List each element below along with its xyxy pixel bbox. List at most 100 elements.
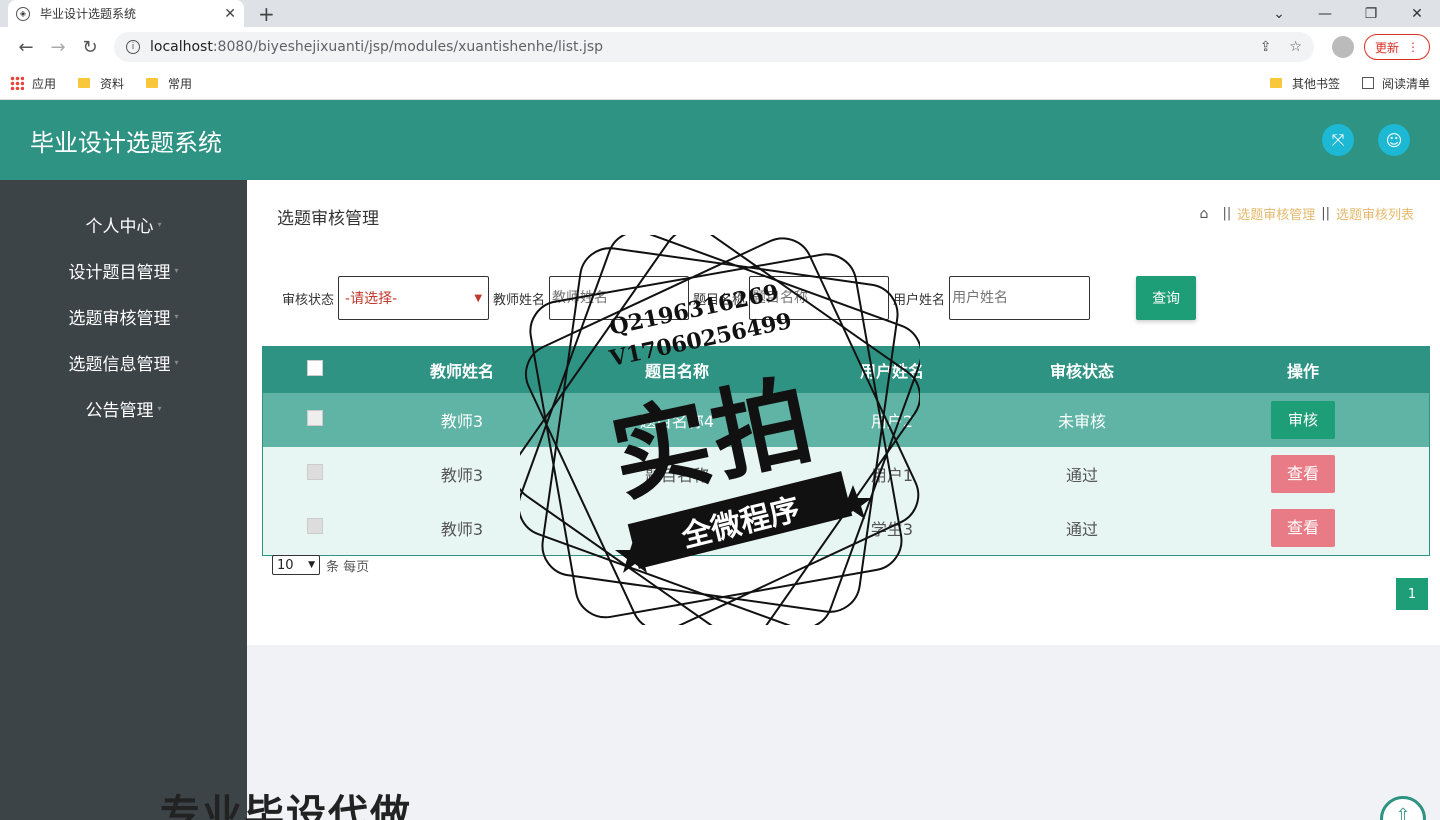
address-bar: ← → ↻ i localhost:8080/biyeshejixuanti/j… xyxy=(0,27,1440,67)
column-header: 审核状态 xyxy=(987,347,1177,393)
action-cell: 查看 xyxy=(1177,501,1429,555)
tab-search-icon[interactable]: ⌄ xyxy=(1256,0,1302,27)
site-favicon-icon: ◈ xyxy=(16,6,30,21)
sidebar-item-topic-info[interactable]: 选题信息管理 ▾ xyxy=(0,339,247,385)
reading-list[interactable]: 阅读清单 xyxy=(1361,75,1430,92)
search-form: 审核状态 -请选择- ▼ 教师姓名 题目名称 用户姓名 查询 xyxy=(282,276,1197,320)
row-select-cell xyxy=(263,447,367,501)
folder-icon xyxy=(78,78,91,88)
profile-avatar[interactable] xyxy=(1331,36,1354,58)
status-cell: 通过 xyxy=(987,447,1177,501)
query-button[interactable]: 查询 xyxy=(1136,276,1197,320)
chevron-down-icon: ▾ xyxy=(174,357,179,367)
topic-cell: 题 xyxy=(557,501,797,555)
pagination-page-1[interactable]: 1 xyxy=(1396,578,1428,610)
sidebar-item-label: 选题信息管理 xyxy=(68,354,171,375)
breadcrumb-separator: || xyxy=(1222,206,1232,221)
bookmark-folder-changyong[interactable]: 常用 xyxy=(146,75,192,92)
sidebar-item-announcements[interactable]: 公告管理 ▾ xyxy=(0,385,247,431)
share-icon[interactable]: ⇪ xyxy=(1260,39,1272,55)
status-select[interactable]: -请选择- ▼ xyxy=(338,276,490,320)
status-label: 审核状态 xyxy=(282,292,335,308)
browser-tab[interactable]: ◈ 毕业设计选题系统 ✕ xyxy=(8,0,244,27)
row-select-cell xyxy=(263,393,367,447)
apps-grid-icon xyxy=(10,76,24,90)
site-info-icon[interactable]: i xyxy=(126,40,140,54)
user-label: 用户姓名 xyxy=(893,292,946,308)
back-icon[interactable]: ← xyxy=(10,37,42,58)
row-checkbox[interactable] xyxy=(307,518,323,534)
table-row[interactable]: 教师3 题目名称4 用户2 未审核 审核 xyxy=(263,393,1429,447)
review-button[interactable]: 审核 xyxy=(1271,401,1335,439)
sidebar-item-design-topics[interactable]: 设计题目管理 ▾ xyxy=(0,247,247,293)
page-size-value: 10 xyxy=(277,557,294,573)
bookmark-label: 其他书签 xyxy=(1291,76,1340,91)
page-size-select[interactable]: 10 ▼ xyxy=(272,555,320,575)
page-size-control: 10 ▼ 条 每页 xyxy=(272,555,369,575)
teacher-cell: 教师3 xyxy=(367,393,557,447)
chevron-down-icon: ▾ xyxy=(157,403,162,413)
user-icon[interactable]: ☺ xyxy=(1378,124,1410,156)
topic-label: 题目名称 xyxy=(693,292,746,308)
table-row[interactable]: 教师3 题目名称 用户1 通过 查看 xyxy=(263,447,1429,501)
breadcrumb: ⌂ || 选题审核管理 || 选题审核列表 xyxy=(1200,204,1414,224)
update-button[interactable]: 更新 ⋮ xyxy=(1363,34,1430,60)
sidebar-item-label: 个人中心 xyxy=(85,216,154,237)
update-label: 更新 xyxy=(1374,40,1399,55)
fullscreen-icon[interactable]: ⤧ xyxy=(1322,124,1354,156)
app-header: 毕业设计选题系统 ⤧ ☺ xyxy=(0,100,1440,180)
sidebar-item-label: 选题审核管理 xyxy=(68,308,171,329)
new-tab-icon[interactable]: + xyxy=(258,2,275,26)
topic-cell: 题目名称 xyxy=(557,447,797,501)
restore-icon[interactable]: ❐ xyxy=(1348,0,1394,27)
bookmark-folder-ziliao[interactable]: 资料 xyxy=(78,75,124,92)
sidebar-item-label: 设计题目管理 xyxy=(68,262,171,283)
browser-tabbar: ◈ 毕业设计选题系统 ✕ + ⌄ — ❐ ✕ xyxy=(0,0,1440,27)
topic-name-input[interactable] xyxy=(749,276,890,320)
action-cell: 审核 xyxy=(1177,393,1429,447)
user-cell: 用户2 xyxy=(797,393,987,447)
minimize-icon[interactable]: — xyxy=(1302,0,1348,27)
breadcrumb-separator: || xyxy=(1321,206,1330,221)
select-all-checkbox[interactable] xyxy=(307,360,323,376)
table-row[interactable]: 教师3 题 学生3 通过 查看 xyxy=(263,501,1429,555)
bookmark-apps[interactable]: 应用 xyxy=(10,75,56,92)
row-checkbox[interactable] xyxy=(307,410,323,426)
sidebar-item-personal-center[interactable]: 个人中心 ▾ xyxy=(0,201,247,247)
window-controls: ⌄ — ❐ ✕ xyxy=(1256,0,1440,27)
bookmark-label: 应用 xyxy=(32,76,57,91)
folder-icon xyxy=(1269,78,1282,88)
teacher-name-input[interactable] xyxy=(549,276,690,320)
bookmark-other[interactable]: 其他书签 xyxy=(1269,75,1340,92)
view-button[interactable]: 查看 xyxy=(1271,509,1335,547)
sidebar: 个人中心 ▾ 设计题目管理 ▾ 选题审核管理 ▾ 选题信息管理 ▾ 公告管理 ▾ xyxy=(0,180,247,820)
folder-icon xyxy=(146,78,159,88)
topic-cell: 题目名称4 xyxy=(557,393,797,447)
view-button[interactable]: 查看 xyxy=(1271,455,1335,493)
user-cell: 学生3 xyxy=(797,501,987,555)
forward-icon[interactable]: → xyxy=(42,37,74,58)
row-checkbox[interactable] xyxy=(307,464,323,480)
select-all-cell xyxy=(263,347,367,393)
bookmark-star-icon[interactable]: ☆ xyxy=(1289,39,1302,55)
per-page-label: 条 每页 xyxy=(326,559,370,575)
main-content: 选题审核管理 ⌂ || 选题审核管理 || 选题审核列表 审核状态 -请选择- ▼… xyxy=(247,180,1440,645)
main-background xyxy=(247,645,1440,820)
status-select-value: -请选择- xyxy=(345,291,398,307)
column-header: 用户姓名 xyxy=(797,347,987,393)
tab-title: 毕业设计选题系统 xyxy=(40,7,137,21)
window-close-icon[interactable]: ✕ xyxy=(1394,0,1440,27)
row-select-cell xyxy=(263,501,367,555)
reading-list-icon xyxy=(1361,77,1374,89)
user-name-input[interactable] xyxy=(949,276,1091,320)
chevron-down-icon: ▼ xyxy=(308,560,315,570)
action-cell: 查看 xyxy=(1177,447,1429,501)
sidebar-item-topic-review[interactable]: 选题审核管理 ▾ xyxy=(0,293,247,339)
home-icon[interactable]: ⌂ xyxy=(1200,206,1209,222)
bookmark-label: 资料 xyxy=(100,76,125,91)
url-input[interactable]: i localhost:8080/biyeshejixuanti/jsp/mod… xyxy=(114,32,1314,62)
breadcrumb-item[interactable]: 选题审核管理 xyxy=(1237,204,1315,223)
status-cell: 未审核 xyxy=(987,393,1177,447)
tab-close-icon[interactable]: ✕ xyxy=(224,6,236,22)
reload-icon[interactable]: ↻ xyxy=(74,37,106,58)
